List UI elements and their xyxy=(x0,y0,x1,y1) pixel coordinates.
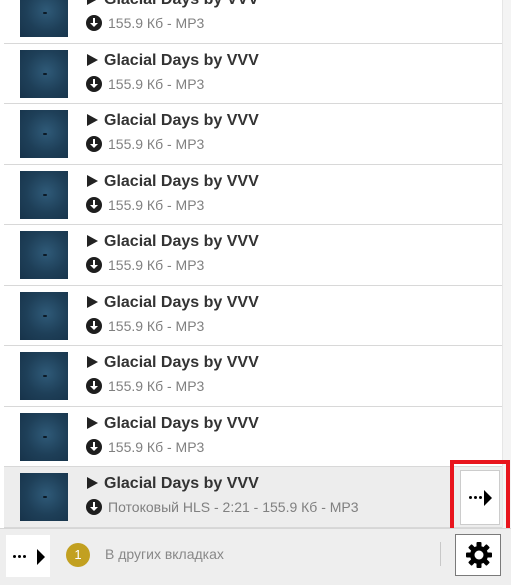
track-meta: 155.9 Кб - MP3 xyxy=(86,378,204,394)
track-meta-text: Потоковый HLS - 2:21 - 155.9 Кб - MP3 xyxy=(108,499,359,515)
track-title-text: Glacial Days by VVV xyxy=(104,112,259,129)
track-title[interactable]: Glacial Days by VVV xyxy=(87,173,259,191)
track-meta-text: 155.9 Кб - MP3 xyxy=(108,378,205,394)
track-meta: 155.9 Кб - MP3 xyxy=(86,196,205,213)
track-thumbnail xyxy=(20,352,68,400)
track-meta: 155.9 Кб - MP3 xyxy=(86,317,205,334)
download-icon[interactable] xyxy=(86,378,102,394)
settings-button[interactable] xyxy=(455,534,501,576)
play-icon[interactable] xyxy=(87,356,98,368)
track-title-text: Glacial Days by VVV xyxy=(104,354,259,371)
track-meta-text: 155.9 Кб - MP3 xyxy=(108,136,205,152)
play-icon[interactable] xyxy=(87,53,98,66)
track-title-text: Glacial Days by VVV xyxy=(104,293,259,311)
track-title-text: Glacial Days by VVV xyxy=(104,51,259,69)
track-meta-text: 155.9 Кб - MP3 xyxy=(108,75,205,92)
track-row[interactable]: Glacial Days by VVV 155.9 Кб - MP3 xyxy=(4,104,502,165)
track-meta: 155.9 Кб - MP3 xyxy=(86,136,204,152)
track-thumbnail xyxy=(20,412,68,461)
track-row[interactable]: Glacial Days by VVV 155.9 Кб - MP3 xyxy=(4,164,502,225)
track-title[interactable]: Glacial Days by VVV xyxy=(87,415,259,433)
track-meta: 155.9 Кб - MP3 xyxy=(86,257,204,273)
track-meta-text: 155.9 Кб - MP3 xyxy=(108,438,205,455)
track-title-text: Glacial Days by VVV xyxy=(104,172,259,190)
more-tabs-button[interactable] xyxy=(6,535,50,577)
play-icon[interactable] xyxy=(87,235,98,247)
track-row[interactable]: Glacial Days by VVV 155.9 Кб - MP3 xyxy=(4,225,502,286)
download-icon[interactable] xyxy=(86,196,102,213)
footer-bar: 1 В других вкладках xyxy=(0,528,511,585)
track-thumbnail xyxy=(20,110,68,158)
download-icon[interactable] xyxy=(86,438,102,455)
scrollbar[interactable] xyxy=(502,0,511,528)
download-icon[interactable] xyxy=(86,317,102,334)
track-meta-text: 155.9 Кб - MP3 xyxy=(108,15,205,31)
track-row[interactable]: Glacial Days by VVV 155.9 Кб - MP3 xyxy=(4,346,502,407)
track-meta: 155.9 Кб - MP3 xyxy=(86,75,205,92)
play-icon[interactable] xyxy=(87,174,98,187)
track-thumbnail xyxy=(20,170,68,219)
track-thumbnail xyxy=(20,0,68,37)
track-thumbnail xyxy=(20,231,68,279)
other-tabs-count-badge: 1 xyxy=(66,543,90,567)
track-title[interactable]: Glacial Days by VVV xyxy=(87,112,259,130)
track-title-text: Glacial Days by VVV xyxy=(104,233,259,250)
track-title-text: Glacial Days by VVV xyxy=(104,414,259,432)
track-meta-text: 155.9 Кб - MP3 xyxy=(108,196,205,213)
track-list: Glacial Days by VVV 155.9 Кб - MP3 Glaci… xyxy=(4,0,502,528)
download-icon[interactable] xyxy=(86,75,102,92)
download-icon[interactable] xyxy=(86,257,102,273)
gear-icon xyxy=(466,542,492,568)
track-meta: 155.9 Кб - MP3 xyxy=(86,15,204,31)
track-title-text: Glacial Days by VVV xyxy=(104,475,259,492)
other-tabs-label[interactable]: В других вкладках xyxy=(105,546,224,562)
track-title[interactable]: Glacial Days by VVV xyxy=(87,294,259,312)
track-meta: Потоковый HLS - 2:21 - 155.9 Кб - MP3 xyxy=(86,499,359,515)
track-meta-text: 155.9 Кб - MP3 xyxy=(108,317,205,334)
divider xyxy=(440,542,441,566)
play-icon[interactable] xyxy=(87,114,98,126)
track-row-hovered[interactable]: Glacial Days by VVV Потоковый HLS - 2:21… xyxy=(4,467,502,528)
track-row[interactable]: Glacial Days by VVV 155.9 Кб - MP3 xyxy=(4,43,502,104)
download-icon[interactable] xyxy=(86,15,102,31)
track-title-text: Glacial Days by VVV xyxy=(104,0,259,8)
track-thumbnail xyxy=(20,49,68,98)
track-thumbnail xyxy=(20,473,68,521)
track-row[interactable]: Glacial Days by VVV 155.9 Кб - MP3 xyxy=(4,285,502,346)
track-meta-text: 155.9 Кб - MP3 xyxy=(108,257,205,273)
track-title[interactable]: Glacial Days by VVV xyxy=(87,0,259,9)
download-icon[interactable] xyxy=(86,499,102,515)
play-icon[interactable] xyxy=(87,0,98,5)
track-row[interactable]: Glacial Days by VVV 155.9 Кб - MP3 xyxy=(4,406,502,467)
track-more-button[interactable] xyxy=(460,470,500,525)
download-icon[interactable] xyxy=(86,136,102,152)
play-icon[interactable] xyxy=(87,477,98,489)
track-title[interactable]: Glacial Days by VVV xyxy=(87,52,259,70)
track-title[interactable]: Glacial Days by VVV xyxy=(87,354,259,372)
play-icon[interactable] xyxy=(87,295,98,308)
play-icon[interactable] xyxy=(87,416,98,429)
track-title[interactable]: Glacial Days by VVV xyxy=(87,233,259,251)
track-title[interactable]: Glacial Days by VVV xyxy=(87,475,259,493)
track-thumbnail xyxy=(20,291,68,340)
track-row[interactable]: Glacial Days by VVV 155.9 Кб - MP3 xyxy=(4,0,502,44)
track-meta: 155.9 Кб - MP3 xyxy=(86,438,205,455)
